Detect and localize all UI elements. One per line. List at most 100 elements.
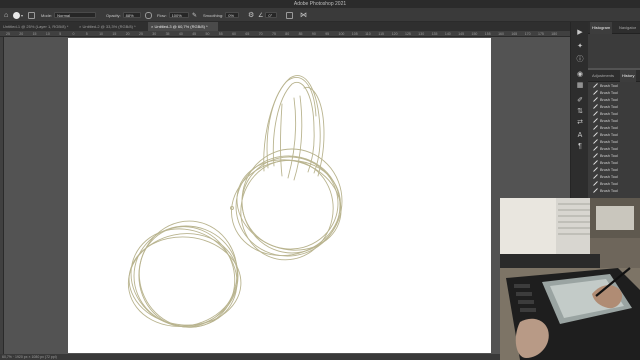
history-item-label: Brush Tool <box>600 132 618 137</box>
ruler-tick: 65 <box>245 32 250 36</box>
document-canvas[interactable] <box>68 38 491 353</box>
history-item[interactable]: Brush Tool <box>588 152 640 159</box>
tab-label: Untitled-2 @ 33,3% (RGB/8) * <box>82 24 136 29</box>
flow-field[interactable]: 100% <box>168 12 189 18</box>
adjust-icon[interactable]: ⇅ <box>571 107 589 115</box>
smoothing-label: Smoothing: <box>203 12 224 18</box>
history-item[interactable]: Brush Tool <box>588 187 640 194</box>
brush-tool-icon <box>593 111 598 116</box>
info-icon[interactable]: ⓘ <box>571 54 589 64</box>
history-item-label: Brush Tool <box>600 97 618 102</box>
brush-settings-icon[interactable] <box>28 8 35 22</box>
home-icon[interactable]: ⌂ <box>4 8 8 22</box>
history-item[interactable]: Brush Tool <box>588 82 640 89</box>
brush-tool-icon <box>593 104 598 109</box>
ruler-tick: 5 <box>59 32 62 36</box>
ruler-tick: 25 <box>6 32 10 36</box>
ruler-tick: 170 <box>524 32 531 36</box>
panel-tabs-history: Adjustments History <box>588 70 640 82</box>
ruler-tick: 140 <box>444 32 451 36</box>
ruler-tick: 70 <box>258 32 263 36</box>
vertical-ruler[interactable] <box>0 37 4 354</box>
brush-tool-icon <box>593 97 598 102</box>
tab-navigator[interactable]: Navigator <box>617 22 638 34</box>
brush-panel-icon[interactable]: ✦ <box>571 42 589 50</box>
brush-settings-panel-icon[interactable]: ✐ <box>571 96 589 104</box>
history-item[interactable]: Brush Tool <box>588 180 640 187</box>
ruler-tick: 35 <box>165 32 170 36</box>
history-item-label: Brush Tool <box>600 104 618 109</box>
ruler-tick: 25 <box>139 32 143 36</box>
brush-tool-icon <box>593 160 598 165</box>
tab-history[interactable]: History <box>620 70 637 82</box>
history-item-label: Brush Tool <box>600 83 618 88</box>
airbrush-icon[interactable]: ✎ <box>192 8 197 22</box>
ruler-tick: 180 <box>551 32 558 36</box>
brush-tool-icon <box>593 83 598 88</box>
history-item[interactable]: Brush Tool <box>588 166 640 173</box>
ruler-tick: 95 <box>325 32 330 36</box>
brush-tool-icon <box>593 118 598 123</box>
history-item[interactable]: Brush Tool <box>588 131 640 138</box>
flow-label: Flow: <box>157 12 167 18</box>
tab-histogram[interactable]: Histogram <box>590 22 613 34</box>
layers-icon[interactable]: ◉ <box>571 70 589 78</box>
symmetry-icon[interactable]: ⋈ <box>300 8 307 22</box>
paragraph-icon[interactable]: ¶ <box>571 143 589 150</box>
tab-untitled-3[interactable]: × Untitled-3 @ 60,7% (RGB/8) * <box>148 22 218 31</box>
play-icon[interactable]: ▶ <box>571 28 589 36</box>
ruler-tick: 0 <box>72 32 75 36</box>
pressure-size-icon[interactable] <box>286 8 293 22</box>
history-item[interactable]: Brush Tool <box>588 89 640 96</box>
history-item-label: Brush Tool <box>600 111 618 116</box>
history-item[interactable]: Brush Tool <box>588 103 640 110</box>
history-item[interactable]: Brush Tool <box>588 117 640 124</box>
history-item[interactable]: Brush Tool <box>588 96 640 103</box>
history-item-label: Brush Tool <box>600 160 618 165</box>
history-item[interactable]: Brush Tool <box>588 110 640 117</box>
brush-tool-icon <box>593 90 598 95</box>
ruler-tick: 160 <box>498 32 504 36</box>
brush-tool-icon <box>593 167 598 172</box>
history-item[interactable]: Brush Tool <box>588 138 640 145</box>
brush-preset-picker[interactable]: ▾ <box>13 8 23 22</box>
pressure-opacity-icon[interactable] <box>145 8 152 22</box>
tab-untitled-1[interactable]: Untitled-1 @ 25% (Layer 1, RGB/8) * <box>0 22 76 31</box>
history-item-label: Brush Tool <box>600 146 618 151</box>
smoothing-field[interactable]: 0% <box>225 12 240 18</box>
angle-field[interactable]: 0° <box>265 12 278 18</box>
history-item[interactable]: Brush Tool <box>588 124 640 131</box>
ruler-tick: 20 <box>125 32 130 36</box>
ruler-tick: 60 <box>232 32 236 36</box>
ruler-tick: 125 <box>405 32 411 36</box>
clone-source-icon[interactable]: ⇄ <box>571 118 589 126</box>
ruler-tick: 40 <box>178 32 183 36</box>
history-item-label: Brush Tool <box>600 167 618 172</box>
history-item-label: Brush Tool <box>600 118 618 123</box>
webcam-overlay <box>500 198 640 360</box>
opacity-label: Opacity: <box>106 12 121 18</box>
ruler-tick: 20 <box>19 32 24 36</box>
history-item-label: Brush Tool <box>600 153 618 158</box>
mode-select[interactable]: Normal <box>54 12 97 18</box>
ruler-tick: 110 <box>365 32 371 36</box>
history-list: Brush Tool Brush Tool Brush Tool Brush Tool… <box>588 82 640 198</box>
smoothing-options-icon[interactable]: ⚙ <box>248 8 254 22</box>
character-icon[interactable]: A <box>571 132 589 139</box>
history-item[interactable]: Brush Tool <box>588 173 640 180</box>
panel-tabs-top: Histogram Navigator <box>588 22 640 34</box>
horizontal-ruler[interactable]: 25 20 15 10 5 0 5 10 15 20 25 30 35 40 45 50 55 60 65 70 75 8… <box>0 31 570 37</box>
tab-adjustments[interactable]: Adjustments <box>590 70 616 82</box>
brush-tool-icon <box>593 174 598 179</box>
ruler-tick: 15 <box>32 32 37 36</box>
history-item[interactable]: Brush Tool <box>588 145 640 152</box>
swatches-icon[interactable]: ▦ <box>571 81 589 89</box>
ruler-tick: 115 <box>378 32 384 36</box>
ruler-tick: 80 <box>285 32 290 36</box>
ruler-tick: 10 <box>45 32 50 36</box>
ruler-tick: 145 <box>458 32 465 36</box>
ruler-tick: 55 <box>218 32 223 36</box>
tab-untitled-2[interactable]: × Untitled-2 @ 33,3% (RGB/8) * <box>76 22 148 31</box>
opacity-field[interactable]: 88% <box>122 12 141 18</box>
history-item[interactable]: Brush Tool <box>588 159 640 166</box>
